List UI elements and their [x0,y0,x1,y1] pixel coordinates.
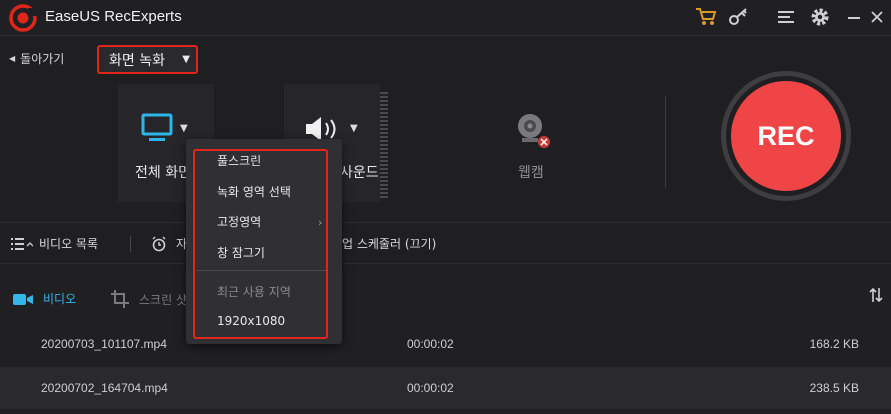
app-title: EaseUS RecExperts [45,8,182,25]
menu-recent-header: 최근 사용 지역 [217,285,291,299]
tab-screenshot-label: 스크린 샷 [139,292,187,307]
menu-icon[interactable] [775,6,799,28]
file-tabs: 비디오 스크린 샷 [0,273,891,323]
video-list-label: 비디오 목록 [39,237,99,251]
app-logo-icon [9,4,37,32]
close-icon[interactable] [865,6,889,28]
cart-icon[interactable] [694,6,718,28]
file-duration: 00:00:02 [407,337,454,351]
crop-icon [111,290,129,308]
menu-divider [196,270,326,271]
sound-source-label: 사운드 [340,165,379,181]
sound-caret-icon[interactable]: ▼ [350,123,358,134]
rec-button[interactable]: REC [731,81,841,191]
record-mode-value: 화면 녹화 [109,52,165,69]
tab-video[interactable]: 비디오 [13,290,76,307]
key-icon[interactable] [727,6,751,28]
menu-item-recent-resolution[interactable]: 1920x1080 [217,314,285,328]
webcam-source-label: 웹캠 [518,165,544,181]
record-mode-select[interactable]: 화면 녹화 ▼ [97,45,198,74]
tab-screenshot[interactable]: 스크린 샷 [111,290,187,308]
tab-video-label: 비디오 [43,292,77,306]
divider [665,96,666,188]
title-bar: EaseUS RecExperts [0,0,891,36]
menu-item-fixed-region[interactable]: 고정영역 [217,213,261,230]
minimize-icon[interactable] [842,6,866,28]
scheduler-label: 업 스케줄러 (끄기) [342,237,437,251]
file-list-area: 비디오 스크린 샷 20200703_101107.mp4 00:00:02 1… [0,273,891,414]
screen-caret-icon[interactable]: ▼ [180,123,188,134]
file-duration: 00:00:02 [407,381,454,395]
task-scheduler-button[interactable]: 자 [151,235,187,252]
back-label: 돌아가기 [20,52,65,66]
toolbar: 비디오 목록 자 업 스케줄러 (끄기) [0,222,891,264]
webcam-icon[interactable] [513,111,553,151]
file-name: 20200702_164704.mp4 [41,381,168,395]
volume-meter [380,92,388,200]
gear-icon[interactable] [808,6,832,28]
video-list-toggle[interactable]: 비디오 목록 [11,235,98,252]
list-icon [11,237,33,250]
alarm-clock-icon [152,236,166,251]
file-row[interactable]: 20200703_101107.mp4 00:00:02 168.2 KB [0,323,891,365]
toolbar-divider [130,236,131,252]
submenu-arrow-icon: › [318,216,323,229]
sort-icon[interactable] [869,287,883,303]
video-camera-icon [13,293,33,305]
back-arrow-icon: ◀ [9,54,16,63]
menu-item-fullscreen[interactable]: 풀스크린 [217,152,261,169]
file-size: 238.5 KB [809,381,859,395]
screen-source-label: 전체 화면 [135,165,191,181]
scheduler-status[interactable]: 업 스케줄러 (끄기) [342,235,436,252]
menu-item-lock-window[interactable]: 창 잠그기 [217,244,265,261]
file-name: 20200703_101107.mp4 [41,337,167,351]
file-row[interactable]: 20200702_164704.mp4 00:00:02 238.5 KB [0,367,891,409]
file-size: 168.2 KB [809,337,859,351]
caret-down-icon: ▼ [182,54,190,65]
menu-item-select-region[interactable]: 녹화 영역 선택 [217,183,291,200]
back-link[interactable]: ◀ 돌아가기 [9,50,64,67]
monitor-icon[interactable] [141,113,175,143]
